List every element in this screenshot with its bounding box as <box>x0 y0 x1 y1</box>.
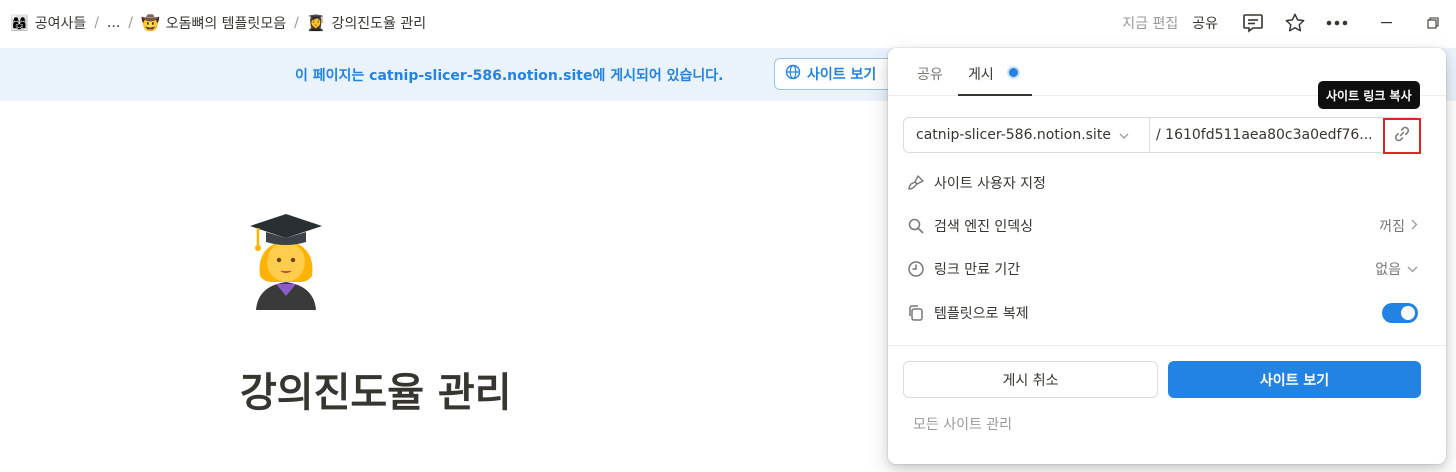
group-emoji-icon: 👩‍👩‍👧 <box>10 13 29 32</box>
breadcrumb-item-current[interactable]: 👩‍🎓 강의진도율 관리 <box>303 10 430 36</box>
option-label: 템플릿으로 복제 <box>934 306 1029 322</box>
breadcrumb-label: ... <box>106 15 121 31</box>
restore-icon[interactable] <box>1410 0 1456 46</box>
chevron-down-icon <box>1407 261 1418 277</box>
divider <box>888 345 1446 346</box>
option-label: 검색 엔진 인덱싱 <box>934 219 1034 235</box>
breadcrumb-separator: / <box>294 15 299 31</box>
minimize-icon[interactable] <box>1364 0 1410 46</box>
top-actions: 지금 편집 공유 <box>1122 0 1456 46</box>
option-label: 사이트 사용자 지정 <box>934 176 1046 192</box>
expiration-value-text: 없음 <box>1375 262 1401 278</box>
customize-site-row[interactable]: 사이트 사용자 지정 <box>906 167 1426 199</box>
copy-link-button[interactable] <box>1383 118 1421 154</box>
paintbrush-icon <box>906 173 926 193</box>
slug-input[interactable]: / 1610fd511aea80c3a0edf76... <box>1150 118 1420 152</box>
chevron-down-icon <box>1119 127 1129 143</box>
toggle-knob <box>1401 306 1415 320</box>
search-indexing-row[interactable]: 검색 엔진 인덱싱 꺼짐 <box>906 210 1426 242</box>
breadcrumb-separator: / <box>128 15 134 31</box>
view-site-button[interactable]: 사이트 보기 <box>1168 361 1421 398</box>
expiration-select[interactable]: 없음 <box>1375 259 1418 279</box>
domain-select[interactable]: catnip-slicer-586.notion.site <box>904 118 1150 152</box>
manage-sites-link[interactable]: 모든 사이트 관리 <box>913 414 1012 434</box>
duplicate-icon <box>906 303 926 323</box>
tab-share[interactable]: 공유 <box>917 64 943 84</box>
option-label: 링크 만료 기간 <box>934 262 1021 278</box>
search-icon <box>906 216 926 236</box>
star-icon[interactable] <box>1280 8 1310 38</box>
student-emoji-icon: 👩‍🎓 <box>306 13 326 32</box>
breadcrumb-label: 강의진도율 관리 <box>331 16 427 32</box>
breadcrumb-label: 공여사들 <box>34 16 87 32</box>
unpublish-button[interactable]: 게시 취소 <box>903 361 1158 398</box>
duplicate-as-template-row: 템플릿으로 복제 <box>906 297 1426 329</box>
comments-icon[interactable] <box>1238 8 1268 38</box>
domain-value: catnip-slicer-586.notion.site <box>916 127 1111 143</box>
breadcrumb-label: 오돔뼈의 템플릿모음 <box>165 16 287 32</box>
page-icon[interactable] <box>246 212 326 312</box>
publish-popover: 공유 게시 catnip-slicer-586.notion.site / 16… <box>888 48 1446 464</box>
breadcrumb-item-ellipsis[interactable]: ... <box>103 12 124 34</box>
link-icon <box>1393 125 1411 147</box>
edited-status: 지금 편집 <box>1122 16 1179 32</box>
breadcrumb-item-workspace[interactable]: 👩‍👩‍👧 공여사들 <box>6 10 90 36</box>
smile-emoji-icon: 🤠 <box>141 13 160 32</box>
published-dot-icon <box>1009 68 1018 77</box>
more-icon[interactable] <box>1322 8 1352 38</box>
clock-icon <box>906 259 926 279</box>
banner-view-site-button[interactable]: 사이트 보기 <box>774 58 904 90</box>
top-bar: 👩‍👩‍👧 공여사들 / ... / 🤠 오돔뼈의 템플릿모음 / 👩‍🎓 강의… <box>0 0 1456 46</box>
tab-publish[interactable]: 게시 <box>968 64 994 84</box>
banner-text: 이 페이지는 catnip-slicer-586.notion.site에 게시… <box>295 68 724 84</box>
globe-icon <box>785 64 801 84</box>
active-tab-indicator <box>958 94 1032 96</box>
chevron-right-icon <box>1411 218 1418 234</box>
link-expiration-row[interactable]: 링크 만료 기간 없음 <box>906 253 1426 285</box>
indexing-value[interactable]: 꺼짐 <box>1379 216 1418 236</box>
woman-student-icon <box>250 214 322 310</box>
share-button[interactable]: 공유 <box>1192 13 1218 33</box>
site-url-field: catnip-slicer-586.notion.site / 1610fd51… <box>903 117 1421 153</box>
breadcrumb: 👩‍👩‍👧 공여사들 / ... / 🤠 오돔뼈의 템플릿모음 / 👩‍🎓 강의… <box>0 10 430 36</box>
indexing-value-text: 꺼짐 <box>1379 219 1405 235</box>
banner-button-label: 사이트 보기 <box>807 67 877 83</box>
breadcrumb-separator: / <box>94 15 99 31</box>
duplicate-toggle[interactable] <box>1382 303 1418 323</box>
page-title[interactable]: 강의진도율 관리 <box>240 360 512 418</box>
breadcrumb-item-templates[interactable]: 🤠 오돔뼈의 템플릿모음 <box>137 10 290 36</box>
copy-link-tooltip: 사이트 링크 복사 <box>1318 81 1420 109</box>
